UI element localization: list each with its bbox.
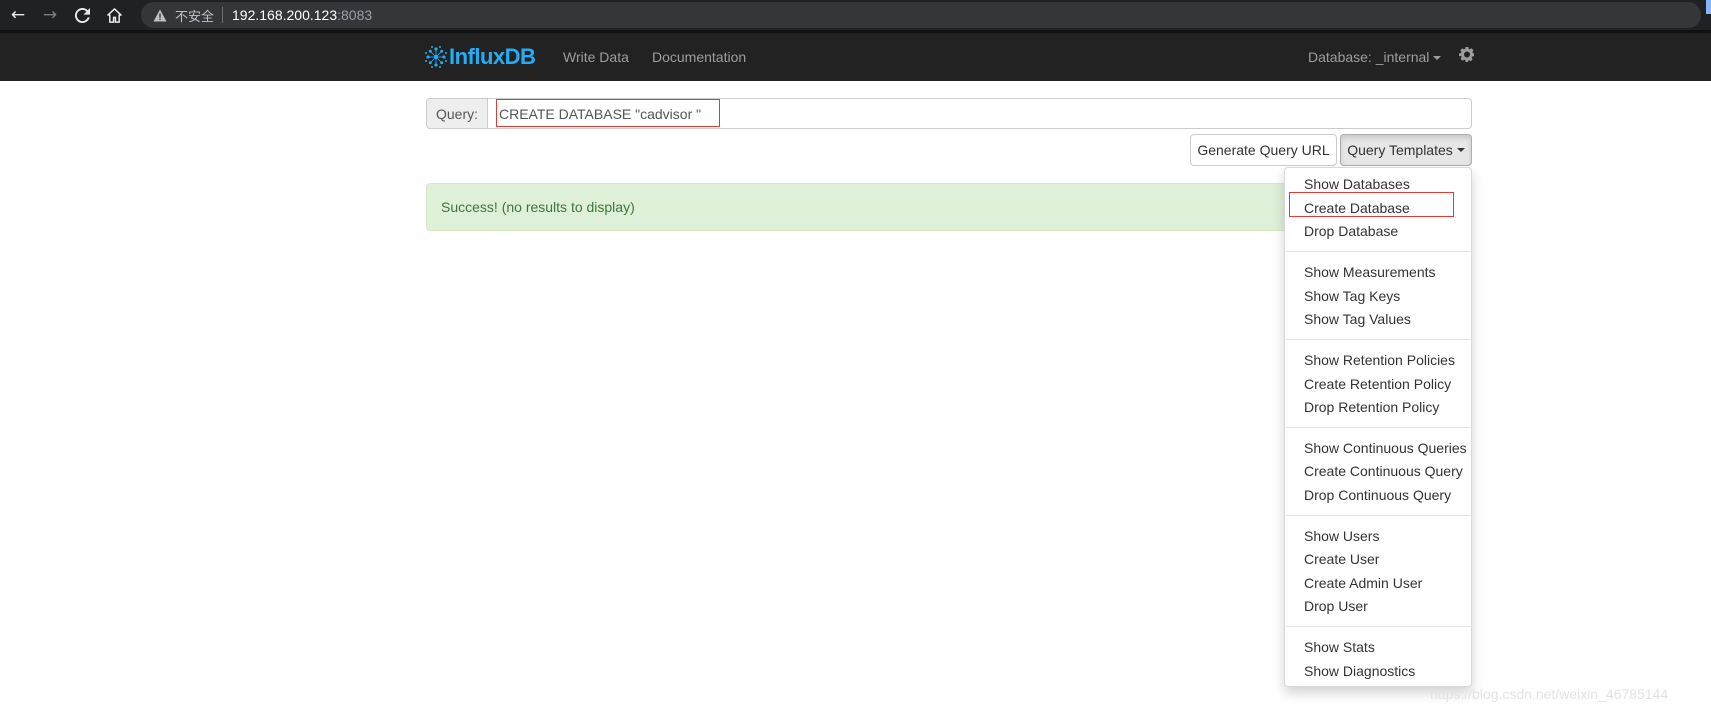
nav-documentation[interactable]: Documentation (652, 33, 746, 81)
menu-item-drop-user[interactable]: Drop User (1304, 595, 1368, 617)
brand-db: DB (504, 44, 536, 69)
menu-item-show-databases[interactable]: Show Databases (1304, 173, 1410, 195)
query-label: Query: (426, 98, 488, 129)
menu-divider (1286, 339, 1472, 340)
chevron-down-icon (1456, 148, 1465, 152)
menu-item-show-diagnostics[interactable]: Show Diagnostics (1304, 660, 1415, 682)
browser-toolbar: ← → 不安全 192.168.200.123:8083 (0, 0, 1711, 30)
url-host: 192.168.200.123 (232, 7, 338, 23)
menu-item-create-admin-user[interactable]: Create Admin User (1304, 572, 1422, 594)
menu-divider (1286, 515, 1472, 516)
brand-name: InfluxDB (449, 44, 536, 70)
profile-edge (1706, 0, 1711, 14)
success-message: Success! (no results to display) (441, 199, 635, 215)
influxdb-logo[interactable]: InfluxDB (424, 42, 536, 72)
menu-item-show-measurements[interactable]: Show Measurements (1304, 261, 1436, 283)
query-templates-dropdown: Show Databases Create Database Drop Data… (1284, 167, 1472, 687)
menu-item-show-continuous-queries[interactable]: Show Continuous Queries (1304, 437, 1467, 459)
address-separator (222, 7, 224, 23)
menu-item-show-tag-values[interactable]: Show Tag Values (1304, 308, 1411, 330)
home-icon[interactable] (98, 0, 130, 30)
menu-item-show-retention-policies[interactable]: Show Retention Policies (1304, 349, 1455, 371)
reload-icon[interactable] (66, 0, 98, 30)
security-label[interactable]: 不安全 (175, 6, 214, 25)
back-icon[interactable]: ← (2, 0, 34, 30)
address-bar[interactable]: 不安全 192.168.200.123:8083 (141, 2, 1701, 28)
gear-icon[interactable] (1459, 46, 1475, 62)
forward-icon[interactable]: → (34, 0, 66, 30)
menu-item-show-tag-keys[interactable]: Show Tag Keys (1304, 285, 1400, 307)
menu-item-drop-database[interactable]: Drop Database (1304, 220, 1398, 242)
menu-divider (1286, 626, 1472, 627)
influxdb-logo-icon (425, 46, 447, 68)
app-navbar: InfluxDB Write Data Documentation Databa… (0, 30, 1711, 81)
watermark: https://blog.csdn.net/weixin_46785144 (1430, 686, 1669, 702)
query-input[interactable] (488, 98, 1472, 129)
menu-item-drop-continuous-query[interactable]: Drop Continuous Query (1304, 484, 1451, 506)
menu-item-create-retention-policy[interactable]: Create Retention Policy (1304, 373, 1451, 395)
generate-query-url-button[interactable]: Generate Query URL (1190, 134, 1337, 166)
brand-influx: Influx (449, 44, 505, 69)
query-templates-label: Query Templates (1347, 142, 1453, 158)
url-port: :8083 (337, 7, 373, 23)
menu-item-create-user[interactable]: Create User (1304, 548, 1379, 570)
menu-item-drop-retention-policy[interactable]: Drop Retention Policy (1304, 396, 1439, 418)
warning-icon[interactable] (152, 7, 168, 23)
menu-item-create-continuous-query[interactable]: Create Continuous Query (1304, 460, 1463, 482)
menu-item-create-database[interactable]: Create Database (1304, 197, 1410, 219)
database-label: Database: _internal (1308, 49, 1430, 65)
menu-divider (1286, 251, 1472, 252)
query-input-group: Query: (426, 98, 1472, 129)
chevron-down-icon (1433, 56, 1442, 61)
menu-divider (1286, 427, 1472, 428)
nav-write-data[interactable]: Write Data (563, 33, 629, 81)
menu-item-show-stats[interactable]: Show Stats (1304, 636, 1375, 658)
database-selector[interactable]: Database: _internal (1308, 33, 1442, 81)
query-templates-button[interactable]: Query Templates (1340, 134, 1472, 166)
menu-item-show-users[interactable]: Show Users (1304, 525, 1379, 547)
